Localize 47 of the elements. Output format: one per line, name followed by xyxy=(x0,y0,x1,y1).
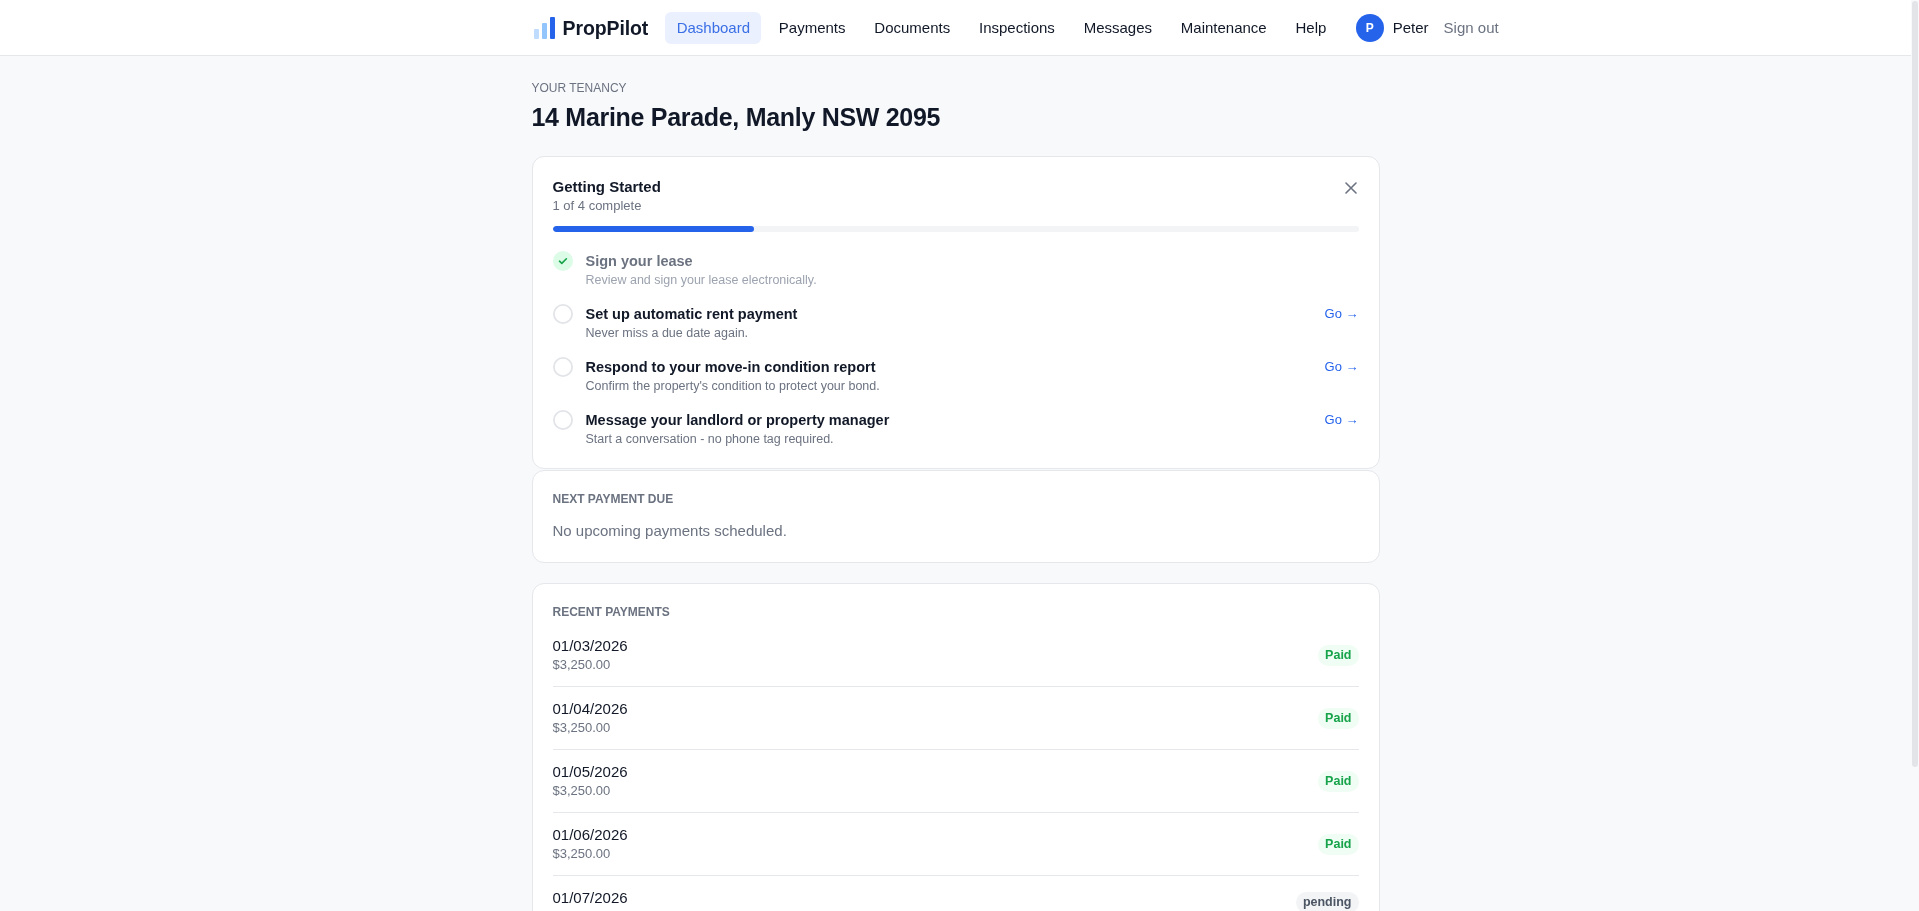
close-icon xyxy=(1344,182,1357,194)
step-title: Sign your lease xyxy=(585,252,694,271)
status-badge: Paid xyxy=(1318,770,1359,792)
payment-date: 01/05/2026 xyxy=(552,762,628,782)
step-title: Message your landlord or property manager xyxy=(585,411,891,430)
nav-link[interactable]: Dashboard xyxy=(665,11,762,44)
go-link[interactable]: Go → xyxy=(1324,357,1359,377)
step-title: Set up automatic rent payment xyxy=(585,305,799,324)
scrollbar-thumb[interactable] xyxy=(1912,1,1918,767)
section-label: NEXT PAYMENT DUE xyxy=(552,491,675,507)
bar-chart-icon xyxy=(533,16,555,39)
empty-state-message: No upcoming payments scheduled. xyxy=(552,521,788,541)
step-description: Confirm the property's condition to protect your bond. xyxy=(585,378,881,395)
payment-amount: $3,250.00 xyxy=(552,719,612,737)
close-button[interactable] xyxy=(1344,182,1357,194)
status-badge: Paid xyxy=(1318,707,1359,729)
progress-text: 1 of 4 complete xyxy=(552,197,643,215)
brand-name: PropPilot xyxy=(562,15,649,40)
status-badge: Paid xyxy=(1318,833,1359,855)
property-address: 14 Marine Parade, Manly NSW 2095 xyxy=(531,102,942,133)
avatar: P xyxy=(1355,13,1384,42)
user-name: Peter xyxy=(1392,17,1429,38)
payment-date: 01/06/2026 xyxy=(552,825,628,845)
nav-link[interactable]: Messages xyxy=(1072,11,1164,44)
step-description: Start a conversation - no phone tag required. xyxy=(585,431,835,448)
step-description: Review and sign your lease electronically. xyxy=(585,272,818,289)
status-badge: Paid xyxy=(1318,644,1359,666)
section-label: RECENT PAYMENTS xyxy=(552,604,671,620)
payment-amount: $3,250.00 xyxy=(552,845,612,863)
card-title: Getting Started xyxy=(552,177,661,197)
nav-link[interactable]: Maintenance xyxy=(1169,11,1279,44)
payment-date: 01/07/2026 xyxy=(552,888,628,908)
step-title: Respond to your move-in condition report xyxy=(585,358,877,377)
go-link[interactable]: Go → xyxy=(1324,410,1359,430)
step-description: Never miss a due date again. xyxy=(585,325,750,342)
payment-amount: $3,250.00 xyxy=(552,656,612,674)
sign-out-link[interactable]: Sign out xyxy=(1443,17,1499,38)
payment-date: 01/03/2026 xyxy=(552,636,628,656)
nav-link[interactable]: Payments xyxy=(767,11,857,44)
nav-link[interactable]: Help xyxy=(1284,11,1338,44)
go-link[interactable]: Go → xyxy=(1324,304,1359,324)
nav-link[interactable]: Documents xyxy=(862,11,962,44)
payment-date: 01/04/2026 xyxy=(552,699,628,719)
section-label: YOUR TENANCY xyxy=(531,80,628,96)
payment-amount: $3,250.00 xyxy=(552,782,612,800)
nav-link[interactable]: Inspections xyxy=(967,11,1067,44)
status-badge: pending xyxy=(1295,892,1359,911)
